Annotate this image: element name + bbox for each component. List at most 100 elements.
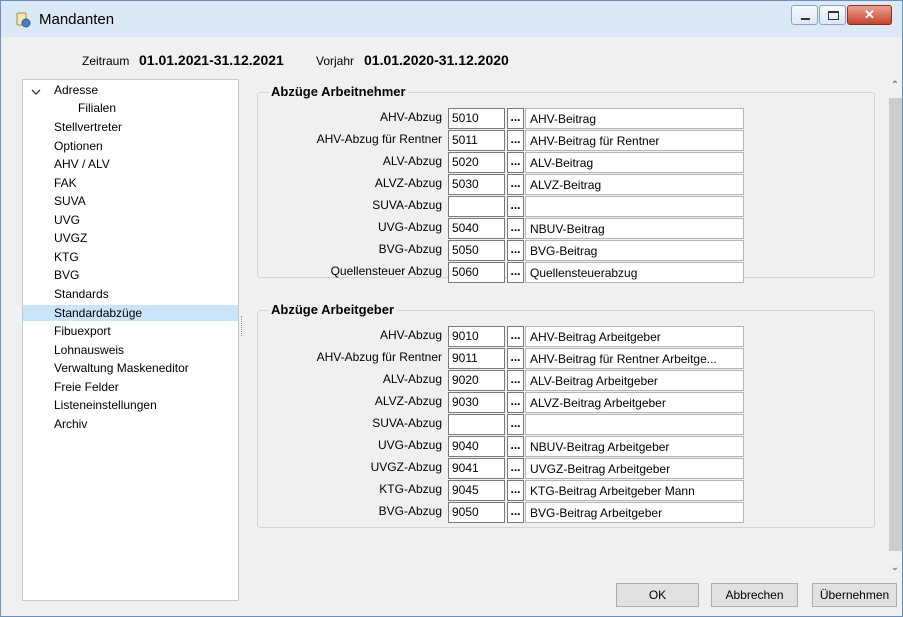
mandanten-app-icon	[15, 12, 31, 28]
arbeitgeber-row: KTG-Abzug 9045... KTG-Beitrag Arbeitgeber …	[258, 479, 876, 501]
arbeitgeber-group-title: Abzüge Arbeitgeber	[269, 302, 397, 317]
lohnart-description: AHV-Beitrag für Rentner Arbeitge...	[525, 348, 744, 369]
deduction-label: Quellensteuer Abzug	[330, 264, 442, 278]
lookup-button[interactable]: ...	[507, 152, 524, 173]
arbeitnehmer-row: BVG-Abzug 5050... BVG-Beitrag	[258, 239, 876, 261]
arbeitgeber-row: BVG-Abzug 9050... BVG-Beitrag Arbeitgeber	[258, 501, 876, 523]
sidebar-item-filialen[interactable]: Filialen	[76, 100, 118, 116]
arbeitnehmer-row: ALV-Abzug 5020... ALV-Beitrag	[258, 151, 876, 173]
chevron-down-icon[interactable]	[31, 86, 41, 96]
deduction-label: ALV-Abzug	[382, 372, 442, 386]
lohnart-description: ALVZ-Beitrag	[525, 174, 744, 195]
arbeitnehmer-group-title: Abzüge Arbeitnehmer	[269, 84, 408, 99]
settings-tree[interactable]: Adresse Filialen Stellvertreter Optionen…	[22, 79, 239, 601]
zeitraum-label: Zeitraum	[82, 54, 130, 68]
lookup-button[interactable]: ...	[507, 392, 524, 413]
lookup-button[interactable]: ...	[507, 502, 524, 523]
arbeitgeber-row: AHV-Abzug für Rentner 9011... AHV-Beitrag …	[258, 347, 876, 369]
lookup-button[interactable]: ...	[507, 240, 524, 261]
lohnart-code-input[interactable]: 5030	[448, 174, 505, 195]
sidebar-item-bvg[interactable]: BVG	[52, 267, 81, 283]
maximize-icon	[828, 11, 839, 20]
title-bar[interactable]: Mandanten ✕	[1, 1, 902, 37]
lohnart-code-input[interactable]: 5050	[448, 240, 505, 261]
lohnart-code-input[interactable]: 5040	[448, 218, 505, 239]
panel-splitter[interactable]	[241, 316, 243, 336]
sidebar-item-archiv[interactable]: Archiv	[52, 416, 89, 432]
lookup-button[interactable]: ...	[507, 348, 524, 369]
lohnart-code-input[interactable]	[448, 196, 505, 217]
lookup-button[interactable]: ...	[507, 436, 524, 457]
lookup-button[interactable]: ...	[507, 108, 524, 129]
arbeitnehmer-row: AHV-Abzug 5010... AHV-Beitrag	[258, 107, 876, 129]
sidebar-item-adresse[interactable]: Adresse	[52, 82, 100, 98]
lohnart-code-input[interactable]: 5010	[448, 108, 505, 129]
arbeitnehmer-row: Quellensteuer Abzug 5060... Quellensteuera…	[258, 261, 876, 283]
arbeitnehmer-row: UVG-Abzug 5040... NBUV-Beitrag	[258, 217, 876, 239]
lohnart-description: AHV-Beitrag für Rentner	[525, 130, 744, 151]
arbeitnehmer-row: ALVZ-Abzug 5030... ALVZ-Beitrag	[258, 173, 876, 195]
lookup-button[interactable]: ...	[507, 174, 524, 195]
sidebar-item-listeneinstellungen[interactable]: Listeneinstellungen	[52, 397, 159, 413]
sidebar-item-uvg[interactable]: UVG	[52, 212, 82, 228]
lohnart-code-input[interactable]: 9045	[448, 480, 505, 501]
sidebar-item-uvgz[interactable]: UVGZ	[52, 230, 89, 246]
lookup-button[interactable]: ...	[507, 370, 524, 391]
deduction-label: AHV-Abzug	[379, 328, 442, 342]
sidebar-item-ahv-alv[interactable]: AHV / ALV	[52, 156, 112, 172]
arbeitnehmer-row: SUVA-Abzug...	[258, 195, 876, 217]
lohnart-code-input[interactable]	[448, 414, 505, 435]
sidebar-item-verwaltung-maskeneditor[interactable]: Verwaltung Maskeneditor	[52, 360, 191, 376]
deduction-label: UVG-Abzug	[377, 438, 442, 452]
sidebar-item-standardabzuege[interactable]: Standardabzüge	[23, 305, 238, 321]
lohnart-code-input[interactable]: 5011	[448, 130, 505, 151]
ok-button[interactable]: OK	[616, 583, 699, 607]
cancel-button[interactable]: Abbrechen	[711, 583, 798, 607]
sidebar-item-ktg[interactable]: KTG	[52, 249, 81, 265]
lohnart-code-input[interactable]: 5020	[448, 152, 505, 173]
lohnart-code-input[interactable]: 9030	[448, 392, 505, 413]
lohnart-description: NBUV-Beitrag Arbeitgeber	[525, 436, 744, 457]
lookup-button[interactable]: ...	[507, 326, 524, 347]
deduction-label: SUVA-Abzug	[372, 416, 442, 430]
sidebar-item-stellvertreter[interactable]: Stellvertreter	[52, 119, 124, 135]
lohnart-code-input[interactable]: 9050	[448, 502, 505, 523]
lookup-button[interactable]: ...	[507, 218, 524, 239]
deduction-label: ALV-Abzug	[382, 154, 442, 168]
deduction-label: AHV-Abzug für Rentner	[316, 350, 442, 364]
sidebar-item-lohnausweis[interactable]: Lohnausweis	[52, 342, 126, 358]
period-bar: Zeitraum 01.01.2021-31.12.2021 Vorjahr 0…	[1, 46, 902, 74]
sidebar-item-freie-felder[interactable]: Freie Felder	[52, 379, 121, 395]
lookup-button[interactable]: ...	[507, 458, 524, 479]
lookup-button[interactable]: ...	[507, 414, 524, 435]
scroll-up-icon[interactable]: ⌃	[888, 79, 902, 93]
minimize-button[interactable]	[791, 5, 818, 25]
lohnart-code-input[interactable]: 9011	[448, 348, 505, 369]
arbeitnehmer-group: AHV-Abzug 5010... AHV-Beitrag AHV-Abzug für…	[257, 92, 876, 283]
sidebar-item-optionen[interactable]: Optionen	[52, 138, 105, 154]
lohnart-code-input[interactable]: 9010	[448, 326, 505, 347]
sidebar-item-standards[interactable]: Standards	[52, 286, 111, 302]
lohnart-code-input[interactable]: 5060	[448, 262, 505, 283]
lohnart-code-input[interactable]: 9041	[448, 458, 505, 479]
close-button[interactable]: ✕	[847, 5, 892, 25]
lohnart-description	[525, 414, 744, 435]
lookup-button[interactable]: ...	[507, 196, 524, 217]
lohnart-description: UVGZ-Beitrag Arbeitgeber	[525, 458, 744, 479]
lookup-button[interactable]: ...	[507, 130, 524, 151]
maximize-button[interactable]	[819, 5, 846, 25]
lookup-button[interactable]: ...	[507, 262, 524, 283]
sidebar-item-suva[interactable]: SUVA	[52, 193, 88, 209]
vertical-scrollbar[interactable]: ⌃ ⌄	[888, 79, 902, 575]
lookup-button[interactable]: ...	[507, 480, 524, 501]
deduction-label: BVG-Abzug	[378, 242, 442, 256]
arbeitgeber-row: UVG-Abzug 9040... NBUV-Beitrag Arbeitgeber	[258, 435, 876, 457]
lohnart-code-input[interactable]: 9020	[448, 370, 505, 391]
apply-button[interactable]: Übernehmen	[812, 583, 897, 607]
lohnart-code-input[interactable]: 9040	[448, 436, 505, 457]
zeitraum-value: 01.01.2021-31.12.2021	[139, 52, 284, 68]
sidebar-item-fibuexport[interactable]: Fibuexport	[52, 323, 113, 339]
scroll-down-icon[interactable]: ⌄	[888, 561, 902, 575]
scroll-thumb[interactable]	[889, 98, 902, 551]
sidebar-item-fak[interactable]: FAK	[52, 175, 79, 191]
